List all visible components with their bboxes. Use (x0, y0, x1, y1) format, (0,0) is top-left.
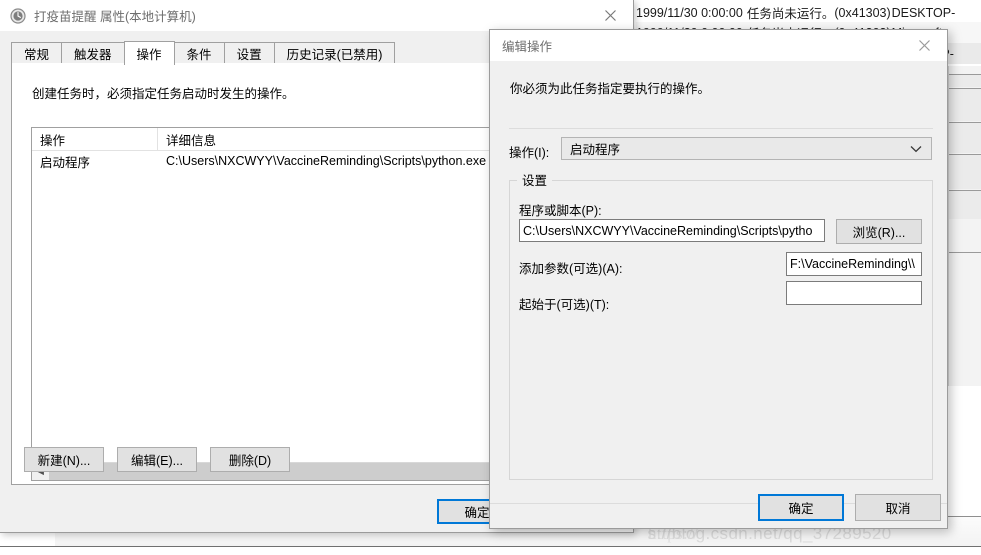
history-code: (0x41303) (834, 5, 891, 20)
button-label: 取消 (885, 502, 911, 516)
column-header-action[interactable]: 操作 (32, 128, 158, 150)
browse-button[interactable]: 浏览(R)... (836, 219, 922, 244)
edit-action-dialog: 编辑操作 你必须为此任务指定要执行的操作。 操作(I): 启动程序 设置 程序或… (489, 29, 948, 529)
program-input[interactable]: C:\Users\NXCWYY\VaccineReminding\Scripts… (519, 219, 825, 242)
edit-action-button[interactable]: 编辑(E)... (117, 447, 197, 472)
tab-general[interactable]: 常规 (11, 42, 63, 64)
dialog-ok-button[interactable]: 确定 (758, 494, 844, 521)
history-datetime: 1999/11/30 0:00:00 (636, 5, 743, 20)
button-label: 新建(N)... (37, 454, 91, 468)
history-computer: DESKTOP- (891, 5, 956, 20)
tab-history[interactable]: 历史记录(已禁用) (273, 42, 396, 64)
arguments-label: 添加参数(可选)(A): (519, 262, 623, 276)
tab-label: 历史记录(已禁用) (286, 48, 383, 62)
action-type-label: 操作(I): (509, 146, 550, 160)
dialog-separator (509, 128, 933, 129)
clock-icon (10, 7, 26, 24)
tab-conditions[interactable]: 条件 (173, 42, 225, 64)
new-action-button[interactable]: 新建(N)... (24, 447, 104, 472)
dialog-title-bar: 编辑操作 (490, 30, 947, 61)
actions-pane (948, 66, 981, 386)
tab-triggers[interactable]: 触发器 (61, 42, 125, 64)
button-label: 删除(D) (228, 454, 272, 468)
button-label: 浏览(R)... (852, 226, 906, 240)
chevron-down-icon (910, 142, 922, 156)
dialog-title: 编辑操作 (502, 40, 553, 54)
close-icon[interactable] (901, 30, 947, 61)
actions-button-row: 新建(N)... 编辑(E)... 删除(D) (24, 447, 290, 472)
action-type-select[interactable]: 启动程序 (561, 137, 932, 160)
close-icon[interactable] (587, 0, 633, 31)
tab-label: 设置 (236, 48, 262, 62)
tab-label: 条件 (186, 48, 212, 62)
dialog-description: 你必须为此任务指定要执行的操作。 (510, 82, 711, 96)
properties-title-bar: 打疫苗提醒 属性(本地计算机) (0, 0, 633, 31)
settings-groupbox-label: 设置 (517, 170, 553, 189)
window-title: 打疫苗提醒 属性(本地计算机) (34, 10, 196, 24)
history-result: 任务尚未运行。 (746, 7, 835, 21)
tab-actions[interactable]: 操作 (123, 41, 175, 65)
delete-action-button[interactable]: 删除(D) (210, 447, 290, 472)
button-label: 确定 (788, 502, 814, 516)
tab-label: 操作 (136, 48, 162, 62)
program-label: 程序或脚本(P): (519, 204, 602, 218)
button-label: 编辑(E)... (130, 454, 184, 468)
start-in-input[interactable] (786, 281, 922, 305)
start-in-label: 起始于(可选)(T): (519, 298, 610, 312)
program-value: C:\Users\NXCWYY\VaccineReminding\Scripts… (523, 223, 813, 238)
history-row[interactable]: 1999/11/30 0:00:00 任务尚未运行。 (0x41303) DES… (636, 2, 981, 23)
cell-action: 启动程序 (40, 155, 91, 170)
arguments-value: F:\VaccineReminding\\ (790, 257, 915, 271)
tab-label: 常规 (24, 48, 50, 62)
button-label: 确定 (464, 506, 490, 520)
arguments-input[interactable]: F:\VaccineReminding\\ (786, 252, 922, 276)
action-type-value: 启动程序 (570, 143, 621, 157)
actions-description: 创建任务时，必须指定任务启动时发生的操作。 (32, 87, 295, 101)
tab-settings[interactable]: 设置 (223, 42, 275, 64)
tab-label: 触发器 (74, 48, 112, 62)
dialog-cancel-button[interactable]: 取消 (855, 494, 941, 521)
